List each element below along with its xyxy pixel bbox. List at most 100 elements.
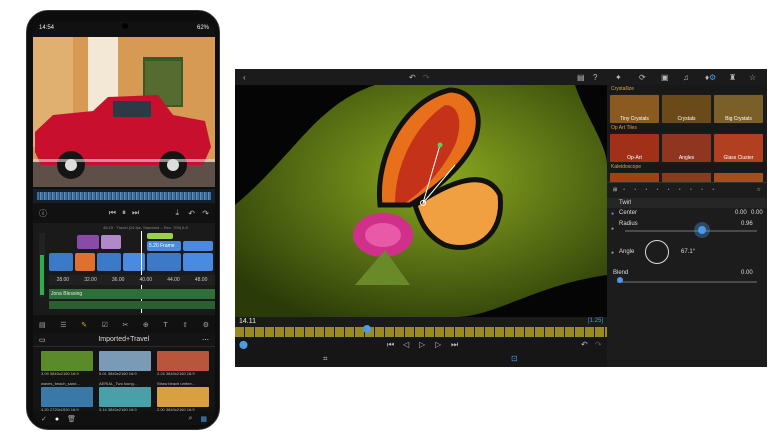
- skip-back-icon[interactable]: ⏮: [109, 208, 116, 218]
- timeline-clip[interactable]: [77, 235, 99, 249]
- settings-icon[interactable]: ⚙: [203, 321, 209, 329]
- effects-icon[interactable]: ✦: [615, 73, 622, 82]
- angle-keyframe-icon[interactable]: ●: [611, 250, 614, 256]
- timeline-clip[interactable]: [75, 253, 95, 271]
- tablet-video-viewer[interactable]: [235, 85, 607, 317]
- effect-preset[interactable]: Big Crystals: [714, 95, 763, 123]
- add-icon[interactable]: ⊕: [143, 321, 149, 329]
- preset-row: Op-Art Angles Glass Cluster: [607, 133, 767, 163]
- toggle-icon[interactable]: ⬤: [239, 340, 248, 349]
- play-icon[interactable]: ▷: [419, 340, 425, 349]
- transform-icon[interactable]: ⟳: [639, 73, 646, 82]
- skip-forward-icon[interactable]: ⏭: [132, 208, 139, 218]
- media-item[interactable]: waves_beach_sand… 4.20 2720x1530 16:9: [41, 381, 93, 413]
- ruler-tick: 48.00: [194, 277, 208, 283]
- audio-track-secondary[interactable]: [49, 301, 215, 309]
- filter-icon[interactable]: ▦: [200, 415, 207, 423]
- timeline-clip[interactable]: [49, 253, 73, 271]
- media-item[interactable]: 3.09 3840x2160 16:9: [41, 351, 93, 377]
- timeline-clip[interactable]: [97, 253, 121, 271]
- red-car-scene: [33, 37, 215, 187]
- page-dots[interactable]: • • • • • • • • •: [623, 187, 718, 193]
- filmstrip-frames[interactable]: [235, 327, 607, 337]
- record-icon[interactable]: ●: [55, 416, 59, 423]
- undo-icon[interactable]: ↶: [188, 209, 195, 218]
- effect-preset[interactable]: [662, 173, 711, 182]
- browser-title[interactable]: Imported+Travel: [98, 336, 149, 343]
- select-icon[interactable]: ☑: [102, 321, 108, 329]
- timeline-clip[interactable]: [101, 235, 121, 249]
- color-icon[interactable]: ▣: [661, 73, 669, 82]
- skip-back-icon[interactable]: ⏮: [387, 340, 394, 350]
- center-x-value[interactable]: 0.00: [735, 210, 747, 216]
- camera-notch: [122, 23, 128, 29]
- more-icon[interactable]: ⋯: [202, 336, 209, 344]
- trash-icon[interactable]: 🗑: [67, 415, 76, 423]
- media-thumbnail: [157, 351, 209, 371]
- radius-keyframe-icon[interactable]: ●: [611, 226, 614, 232]
- crop-icon[interactable]: ⌗: [323, 354, 328, 364]
- blend-slider[interactable]: [617, 281, 757, 283]
- timeline-clip[interactable]: [183, 241, 213, 251]
- radius-value[interactable]: 0.96: [741, 221, 753, 227]
- effect-preset[interactable]: Crystals: [662, 95, 711, 123]
- folder-icon[interactable]: ▭: [39, 336, 46, 344]
- angle-value[interactable]: 67.1°: [681, 249, 695, 255]
- fullscreen-icon[interactable]: ⊡: [511, 354, 518, 363]
- effect-preset[interactable]: Tiny Crystals: [610, 95, 659, 123]
- check-icon[interactable]: ✓: [41, 415, 47, 423]
- media-item[interactable]: AERIAL_Two loung… 3.14 3840x2160 16:9: [99, 381, 151, 413]
- info-icon[interactable]: ⓘ: [39, 208, 47, 219]
- tablet-top-bar: ‹ ↶ ↷ ▤ ? ✦ ⟳ ▣ ♫ ♦ ⚙ ♜ ☆: [235, 69, 767, 85]
- redo-icon[interactable]: ↷: [423, 73, 430, 82]
- edit-icon[interactable]: ✎: [81, 321, 87, 329]
- timeline-clip[interactable]: [183, 253, 213, 271]
- redo-icon[interactable]: ↷: [202, 209, 209, 218]
- settings-icon[interactable]: ⚙: [709, 73, 716, 82]
- prev-frame-icon[interactable]: ◁: [403, 340, 409, 349]
- text-icon[interactable]: T: [163, 322, 167, 329]
- redo-icon[interactable]: ↷: [595, 340, 602, 349]
- media-item[interactable]: 5.01 3840x2160 16:9: [99, 351, 151, 377]
- blend-value[interactable]: 0.00: [741, 270, 753, 276]
- effect-preset[interactable]: [610, 173, 659, 182]
- timeline-clip-label[interactable]: 5.20 Frame: [147, 241, 181, 251]
- favorite-icon[interactable]: ☆: [749, 73, 756, 82]
- effect-preset[interactable]: Op-Art: [610, 134, 659, 162]
- undo-icon[interactable]: ↶: [581, 340, 588, 349]
- blend-slider-thumb[interactable]: [617, 277, 623, 283]
- media-item[interactable]: 2.24 3840x2160 16:9: [157, 351, 209, 377]
- favorite-icon[interactable]: ☆: [757, 187, 761, 193]
- undo-icon[interactable]: ↶: [409, 73, 416, 82]
- library-icon[interactable]: ▤: [39, 321, 46, 329]
- speaker-icon[interactable]: ♜: [729, 73, 736, 82]
- list-icon[interactable]: ☰: [60, 321, 66, 329]
- radius-slider-thumb[interactable]: [697, 226, 706, 234]
- export-icon[interactable]: ⤓: [175, 208, 179, 218]
- skip-forward-icon[interactable]: ⏭: [451, 340, 458, 350]
- share-icon[interactable]: ⇧: [182, 321, 188, 329]
- search-icon[interactable]: ⌕: [188, 415, 192, 423]
- audio-icon[interactable]: ♫: [683, 73, 689, 82]
- phone-video-viewer[interactable]: [33, 37, 215, 187]
- audio-track[interactable]: Jona Blessing: [49, 289, 215, 299]
- media-item[interactable]: Straw beach umbre… 2.00 3840x2160 16:9: [157, 381, 209, 413]
- effect-preset[interactable]: Glass Cluster: [714, 134, 763, 162]
- timeline-clip[interactable]: [147, 233, 173, 239]
- pause-icon[interactable]: ⏸: [122, 208, 126, 218]
- effect-preset[interactable]: [714, 173, 763, 182]
- timeline-clip[interactable]: [147, 253, 181, 271]
- help-icon[interactable]: ?: [593, 73, 597, 82]
- phone-timeline[interactable]: 45:15 · Travel (24 fps, Standard – Rec. …: [33, 223, 215, 315]
- back-icon[interactable]: ‹: [243, 73, 246, 82]
- next-frame-icon[interactable]: ▷: [435, 340, 441, 349]
- radius-slider[interactable]: [625, 230, 757, 232]
- library-icon[interactable]: ▤: [577, 73, 585, 82]
- add-effect-icon[interactable]: ⊞: [613, 187, 617, 193]
- clip-filmstrip[interactable]: [33, 189, 215, 203]
- effect-preset[interactable]: Angles: [662, 134, 711, 162]
- tablet-playhead[interactable]: [363, 325, 371, 333]
- center-y-value[interactable]: 0.00: [751, 210, 763, 216]
- angle-dial[interactable]: [645, 240, 669, 264]
- cut-icon[interactable]: ✂: [122, 321, 128, 329]
